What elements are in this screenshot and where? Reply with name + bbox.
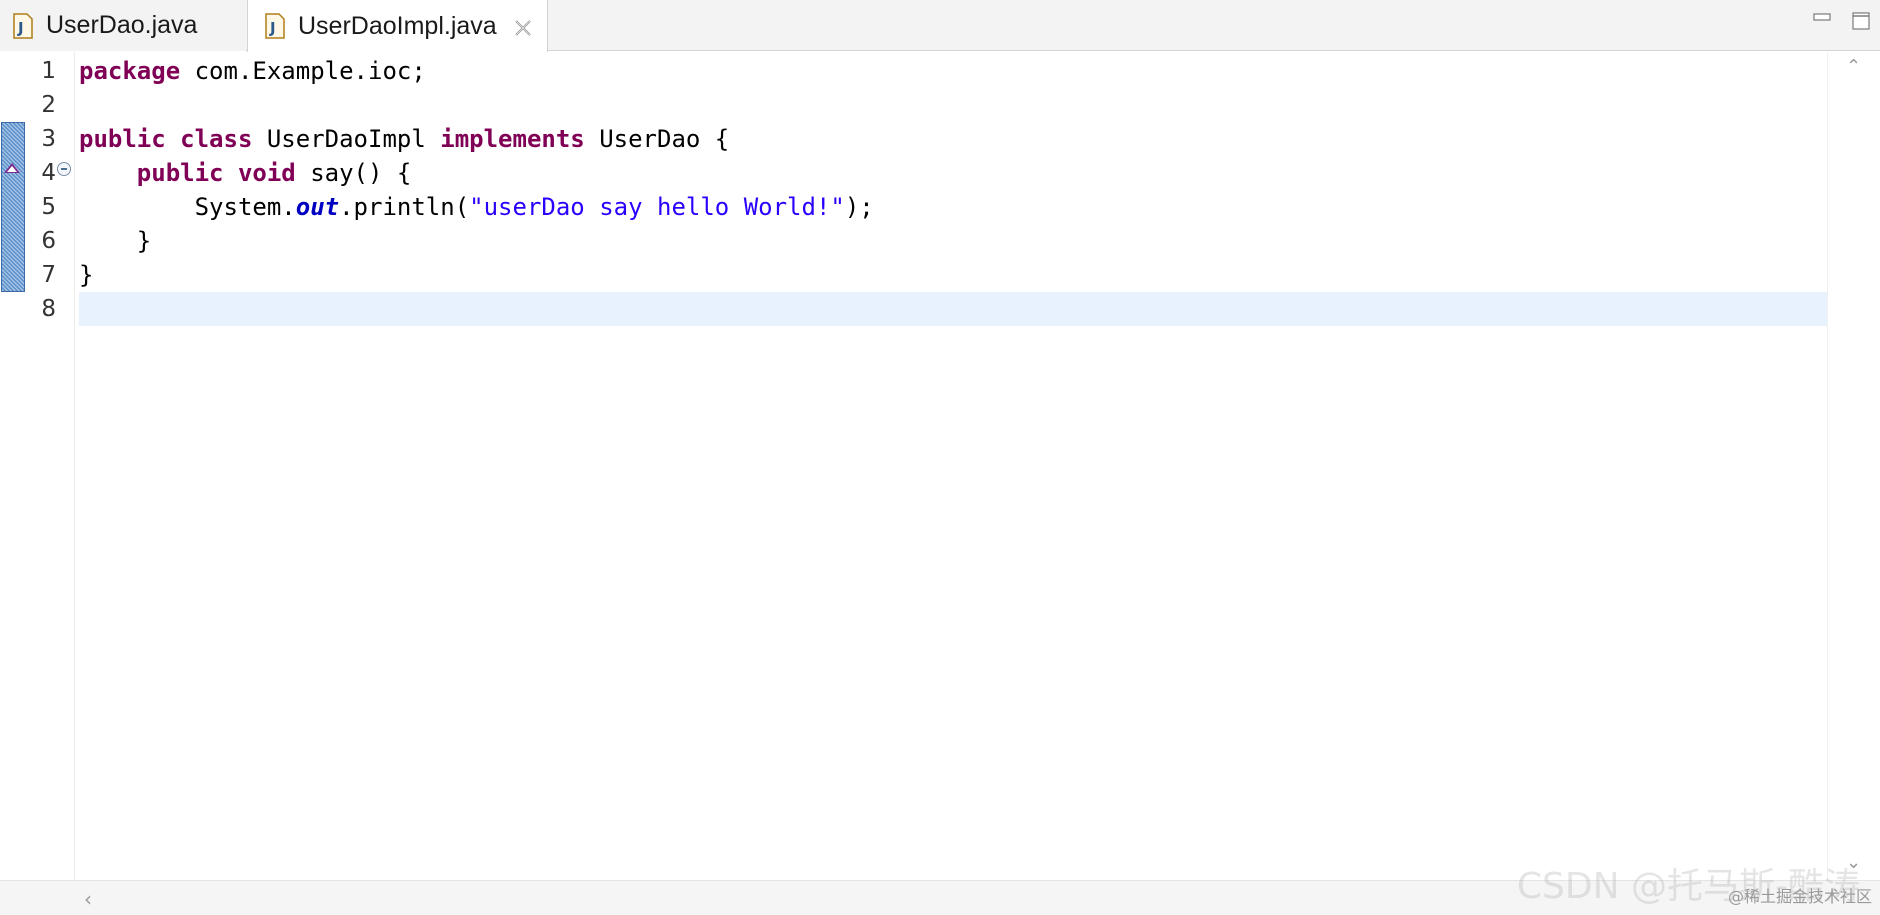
class-range-marker	[1, 122, 25, 292]
fold-collapse-icon[interactable]	[57, 162, 71, 176]
code-line[interactable]: package com.Example.ioc;	[79, 54, 1827, 88]
line-number: 5	[41, 194, 56, 220]
keyword-token: public	[136, 159, 224, 187]
scroll-left-icon[interactable]: ‹	[84, 887, 92, 911]
scroll-up-icon[interactable]: ⌃	[1846, 56, 1861, 77]
code-editor[interactable]: 1 2 3 4 5 6 7 8 package com.Example.ioc; public …	[0, 52, 1880, 880]
field-token: out	[295, 193, 340, 221]
code-token: com.Example.ioc;	[180, 57, 426, 85]
watermark-juejin: @稀土掘金技术社区	[1727, 887, 1872, 906]
line-number: 2	[41, 92, 56, 118]
code-token: UserDaoImpl	[252, 125, 441, 153]
code-line[interactable]: }	[79, 258, 1827, 292]
editor-tab-bar: J UserDao.java J UserDaoImpl.java	[0, 0, 1880, 52]
overview-ruler	[0, 52, 26, 880]
current-code-line[interactable]	[79, 292, 1827, 326]
tab-userdao-java[interactable]: J UserDao.java	[0, 0, 246, 51]
java-file-icon: J	[12, 12, 34, 39]
implements-method-icon[interactable]	[4, 163, 20, 173]
line-number: 3	[41, 126, 56, 152]
svg-text:J: J	[17, 19, 24, 37]
code-line[interactable]: public void say() {	[79, 156, 1827, 190]
line-number: 6	[41, 228, 56, 254]
line-number: 1	[41, 58, 56, 84]
string-token: "userDao say hello World!"	[469, 193, 845, 221]
code-line[interactable]: System.out.println("userDao say hello Wo…	[79, 190, 1827, 224]
tab-userdaoimpl-java[interactable]: J UserDaoImpl.java	[247, 0, 548, 52]
code-token: }	[79, 261, 94, 289]
code-line[interactable]: public class UserDaoImpl implements User…	[79, 122, 1827, 156]
line-number: 8	[41, 296, 56, 322]
line-number: 4	[41, 160, 56, 186]
code-token: }	[79, 227, 152, 255]
vertical-scrollbar[interactable]: ⌃ ⌄	[1827, 52, 1880, 880]
code-token: say() {	[295, 159, 412, 187]
keyword-token: class	[180, 125, 253, 153]
keyword-token: public	[79, 125, 166, 153]
maximize-icon[interactable]	[1852, 12, 1870, 35]
code-token: System.	[79, 193, 296, 221]
keyword-token: package	[79, 57, 181, 85]
svg-text:J: J	[269, 19, 276, 37]
tab-label: UserDao.java	[46, 11, 198, 39]
code-token: );	[844, 193, 874, 221]
tab-label: UserDaoImpl.java	[298, 11, 497, 40]
java-file-icon: J	[264, 13, 286, 39]
code-line[interactable]	[79, 88, 1827, 122]
line-number: 7	[41, 262, 56, 288]
keyword-token: implements	[440, 125, 585, 153]
minimize-icon[interactable]	[1813, 10, 1831, 28]
code-token: UserDao {	[584, 125, 730, 153]
code-token: .println(	[339, 193, 470, 221]
keyword-token: void	[237, 159, 296, 187]
close-tab-icon[interactable]	[513, 16, 533, 36]
code-line[interactable]: }	[79, 224, 1827, 258]
